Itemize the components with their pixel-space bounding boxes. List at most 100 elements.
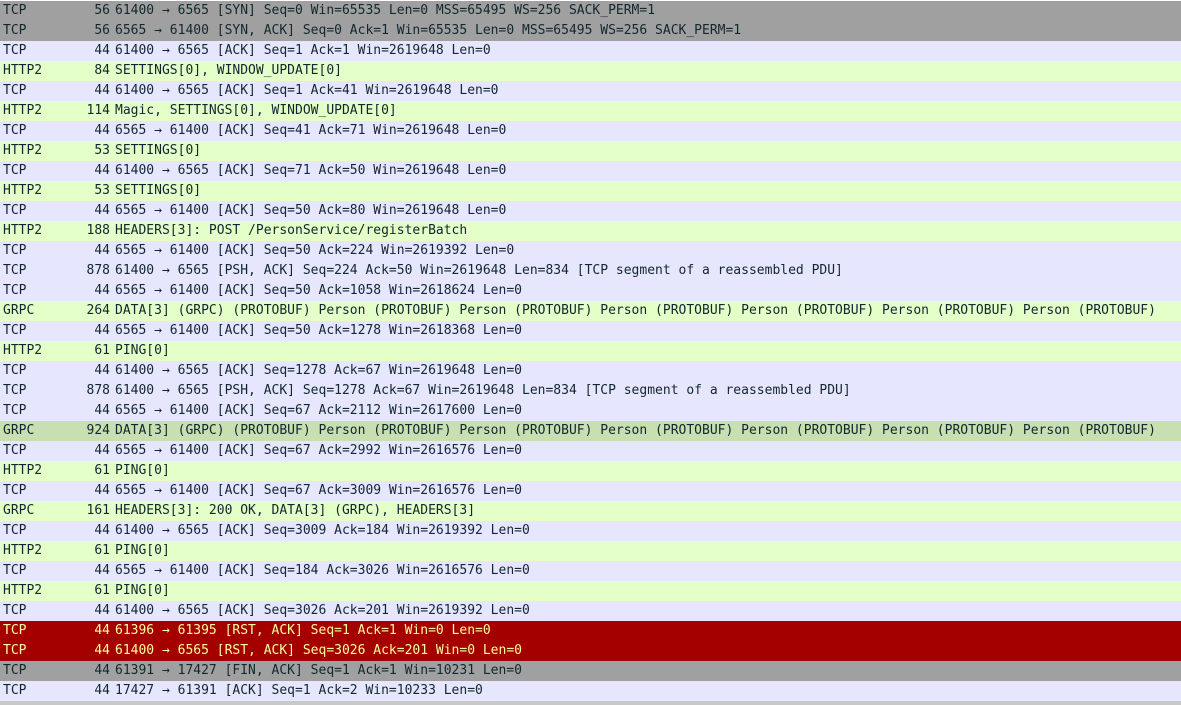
packet-row[interactable]: HTTP2 84 SETTINGS[0], WINDOW_UPDATE[0]: [0, 61, 1181, 81]
packet-info: SETTINGS[0]: [115, 143, 202, 158]
packet-info: 6565 → 61400 [ACK] Seq=50 Ack=80 Win=261…: [115, 203, 507, 218]
packet-info: Magic, SETTINGS[0], WINDOW_UPDATE[0]: [115, 103, 397, 118]
packet-row[interactable]: GRPC 264 DATA[3] (GRPC) (PROTOBUF) Person …: [0, 301, 1181, 321]
packet-row[interactable]: TCP 44 6565 → 61400 [ACK] Seq=50 Ack=80 Wi…: [0, 201, 1181, 221]
packet-protocol: TCP: [3, 563, 27, 578]
packet-info: 61400 → 6565 [RST, ACK] Seq=3026 Ack=201…: [115, 643, 522, 658]
packet-row[interactable]: TCP 44 61400 → 6565 [ACK] Seq=1278 Ack=67 …: [0, 361, 1181, 381]
packet-protocol: TCP: [3, 3, 27, 18]
packet-row[interactable]: TCP 44 61400 → 6565 [RST, ACK] Seq=3026 Ac…: [0, 641, 1181, 661]
packet-length: 44: [94, 483, 110, 498]
packet-row[interactable]: HTTP2 114 Magic, SETTINGS[0], WINDOW_UPDAT…: [0, 101, 1181, 121]
packet-protocol: TCP: [3, 283, 27, 298]
packet-protocol: HTTP2: [3, 543, 43, 558]
packet-protocol: TCP: [3, 443, 27, 458]
packet-row[interactable]: HTTP2 61 PING[0]: [0, 541, 1181, 561]
packet-list[interactable]: TCP 56 61400 → 6565 [SYN] Seq=0 Win=65535 …: [0, 1, 1181, 701]
packet-length: 44: [94, 643, 110, 658]
packet-row[interactable]: TCP 56 61400 → 6565 [SYN] Seq=0 Win=65535 …: [0, 1, 1181, 21]
packet-length: 56: [94, 23, 110, 38]
packet-protocol: HTTP2: [3, 143, 43, 158]
packet-info: 61400 → 6565 [ACK] Seq=1 Ack=41 Win=2619…: [115, 83, 499, 98]
packet-row[interactable]: TCP 56 6565 → 61400 [SYN, ACK] Seq=0 Ack=1…: [0, 21, 1181, 41]
packet-protocol: TCP: [3, 403, 27, 418]
packet-protocol: GRPC: [3, 423, 35, 438]
packet-info: PING[0]: [115, 583, 170, 598]
packet-row[interactable]: TCP 44 61400 → 6565 [ACK] Seq=3009 Ack=184…: [0, 521, 1181, 541]
packet-row[interactable]: TCP 878 61400 → 6565 [PSH, ACK] Seq=224 Ac…: [0, 261, 1181, 281]
packet-info: 6565 → 61400 [ACK] Seq=184 Ack=3026 Win=…: [115, 563, 530, 578]
packet-length: 264: [86, 303, 110, 318]
packet-info: SETTINGS[0]: [115, 183, 202, 198]
packet-row[interactable]: HTTP2 53 SETTINGS[0]: [0, 141, 1181, 161]
packet-row[interactable]: TCP 44 6565 → 61400 [ACK] Seq=67 Ack=2112 …: [0, 401, 1181, 421]
packet-info: HEADERS[3]: POST /PersonService/register…: [115, 223, 468, 238]
packet-protocol: TCP: [3, 163, 27, 178]
packet-length: 53: [94, 183, 110, 198]
packet-row[interactable]: TCP 44 61400 → 6565 [ACK] Seq=71 Ack=50 Wi…: [0, 161, 1181, 181]
packet-length: 44: [94, 623, 110, 638]
packet-row[interactable]: GRPC 161 HEADERS[3]: 200 OK, DATA[3] (GRPC…: [0, 501, 1181, 521]
packet-protocol: HTTP2: [3, 343, 43, 358]
packet-length: 44: [94, 83, 110, 98]
packet-length: 161: [86, 503, 110, 518]
packet-info: 6565 → 61400 [ACK] Seq=50 Ack=224 Win=26…: [115, 243, 515, 258]
packet-info: 6565 → 61400 [ACK] Seq=50 Ack=1278 Win=2…: [115, 323, 522, 338]
packet-info: 61400 → 6565 [PSH, ACK] Seq=1278 Ack=67 …: [115, 383, 851, 398]
packet-row[interactable]: TCP 44 6565 → 61400 [ACK] Seq=184 Ack=3026…: [0, 561, 1181, 581]
packet-row[interactable]: TCP 44 6565 → 61400 [ACK] Seq=67 Ack=2992 …: [0, 441, 1181, 461]
packet-row[interactable]: TCP 44 6565 → 61400 [ACK] Seq=50 Ack=1058 …: [0, 281, 1181, 301]
packet-info: 61400 → 6565 [ACK] Seq=1278 Ack=67 Win=2…: [115, 363, 522, 378]
packet-info: 6565 → 61400 [ACK] Seq=67 Ack=2112 Win=2…: [115, 403, 522, 418]
packet-info: 6565 → 61400 [ACK] Seq=67 Ack=2992 Win=2…: [115, 443, 522, 458]
packet-row[interactable]: TCP 878 61400 → 6565 [PSH, ACK] Seq=1278 A…: [0, 381, 1181, 401]
packet-length: 44: [94, 243, 110, 258]
packet-row[interactable]: TCP 44 61400 → 6565 [ACK] Seq=1 Ack=1 Win=…: [0, 41, 1181, 61]
packet-protocol: TCP: [3, 83, 27, 98]
packet-info: 6565 → 61400 [ACK] Seq=50 Ack=1058 Win=2…: [115, 283, 522, 298]
packet-protocol: TCP: [3, 603, 27, 618]
packet-row[interactable]: HTTP2 53 SETTINGS[0]: [0, 181, 1181, 201]
packet-length: 61: [94, 543, 110, 558]
packet-length: 44: [94, 283, 110, 298]
packet-protocol: TCP: [3, 383, 27, 398]
packet-row[interactable]: HTTP2 61 PING[0]: [0, 341, 1181, 361]
packet-row[interactable]: GRPC 924 DATA[3] (GRPC) (PROTOBUF) Person …: [0, 421, 1181, 441]
packet-info: 61391 → 17427 [FIN, ACK] Seq=1 Ack=1 Win…: [115, 663, 522, 678]
packet-info: 6565 → 61400 [ACK] Seq=41 Ack=71 Win=261…: [115, 123, 507, 138]
packet-protocol: HTTP2: [3, 463, 43, 478]
packet-protocol: TCP: [3, 203, 27, 218]
packet-protocol: GRPC: [3, 303, 35, 318]
packet-protocol: TCP: [3, 43, 27, 58]
packet-row[interactable]: TCP 44 61391 → 17427 [FIN, ACK] Seq=1 Ack=…: [0, 661, 1181, 681]
packet-row[interactable]: TCP 44 61396 → 61395 [RST, ACK] Seq=1 Ack=…: [0, 621, 1181, 641]
packet-row[interactable]: TCP 44 6565 → 61400 [ACK] Seq=41 Ack=71 Wi…: [0, 121, 1181, 141]
packet-info: 17427 → 61391 [ACK] Seq=1 Ack=2 Win=1023…: [115, 683, 483, 698]
packet-row[interactable]: TCP 44 6565 → 61400 [ACK] Seq=50 Ack=224 W…: [0, 241, 1181, 261]
packet-row[interactable]: TCP 44 61400 → 6565 [ACK] Seq=3026 Ack=201…: [0, 601, 1181, 621]
packet-info: HEADERS[3]: 200 OK, DATA[3] (GRPC), HEAD…: [115, 503, 476, 518]
packet-row[interactable]: TCP 44 17427 → 61391 [ACK] Seq=1 Ack=2 Win…: [0, 681, 1181, 701]
packet-length: 61: [94, 463, 110, 478]
packet-protocol: TCP: [3, 483, 27, 498]
packet-length: 44: [94, 123, 110, 138]
packet-row[interactable]: TCP 44 61400 → 6565 [ACK] Seq=1 Ack=41 Win…: [0, 81, 1181, 101]
packet-length: 53: [94, 143, 110, 158]
packet-protocol: TCP: [3, 23, 27, 38]
packet-length: 188: [86, 223, 110, 238]
packet-row[interactable]: HTTP2 61 PING[0]: [0, 581, 1181, 601]
packet-length: 44: [94, 603, 110, 618]
packet-length: 924: [86, 423, 110, 438]
packet-length: 44: [94, 323, 110, 338]
packet-row[interactable]: HTTP2 61 PING[0]: [0, 461, 1181, 481]
packet-length: 61: [94, 583, 110, 598]
packet-length: 44: [94, 523, 110, 538]
packet-row[interactable]: TCP 44 6565 → 61400 [ACK] Seq=67 Ack=3009 …: [0, 481, 1181, 501]
packet-row[interactable]: HTTP2 188 HEADERS[3]: POST /PersonService/…: [0, 221, 1181, 241]
packet-length: 61: [94, 343, 110, 358]
packet-row[interactable]: TCP 44 6565 → 61400 [ACK] Seq=50 Ack=1278 …: [0, 321, 1181, 341]
packet-info: SETTINGS[0], WINDOW_UPDATE[0]: [115, 63, 342, 78]
packet-info: 61396 → 61395 [RST, ACK] Seq=1 Ack=1 Win…: [115, 623, 491, 638]
packet-length: 44: [94, 363, 110, 378]
packet-info: 6565 → 61400 [SYN, ACK] Seq=0 Ack=1 Win=…: [115, 23, 742, 38]
